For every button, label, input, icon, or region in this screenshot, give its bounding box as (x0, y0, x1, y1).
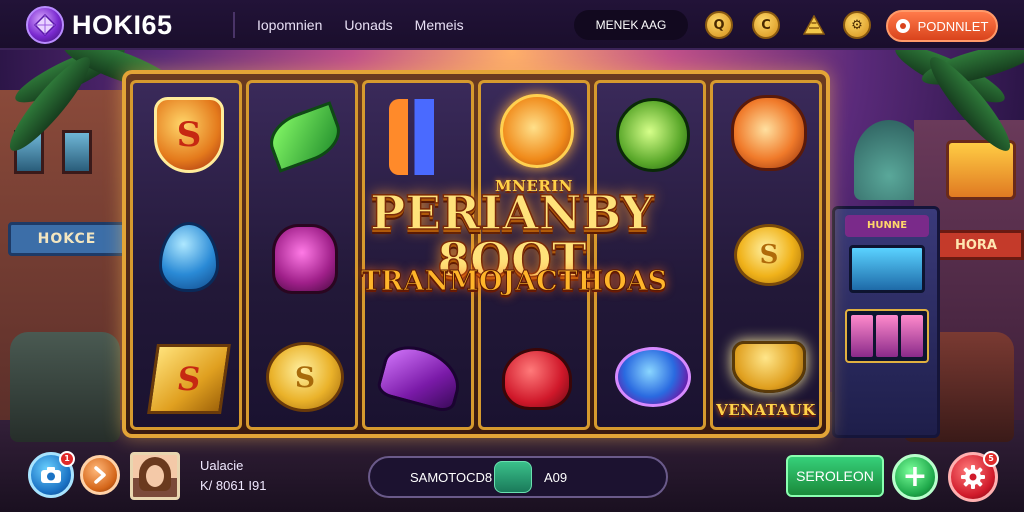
lounge-chair-left (10, 332, 120, 442)
bet-label: SAMOTOCD8 (410, 470, 493, 485)
brand-logo[interactable]: HOKI65 (26, 6, 173, 44)
reel-symbol[interactable] (493, 87, 581, 175)
bet-toggle[interactable] (494, 461, 532, 493)
right-shop-sign: HORA (928, 230, 1024, 260)
chevron-right-icon (94, 466, 106, 484)
coin-settings-icon[interactable]: ⚙ (843, 11, 871, 39)
header-cta-button[interactable]: PODNNLET (886, 10, 998, 42)
reel-symbol[interactable] (493, 335, 581, 423)
top-header: HOKI65 Iopomnien Uonads Memeis MENEK AAG… (0, 0, 1024, 50)
settings-badge: 5 (983, 451, 999, 467)
spin-button[interactable]: SEROLEON (786, 455, 884, 497)
reel-symbol[interactable] (725, 89, 813, 177)
blue-drop-icon (159, 222, 219, 292)
arcade-reels (845, 309, 929, 363)
bowl-symbol-label: VENATAUK (716, 401, 816, 419)
red-heart-arrow-icon (502, 348, 572, 410)
cta-label: PODNNLET (917, 18, 989, 34)
arcade-sign: HUNNE (845, 215, 929, 237)
coin-q-icon[interactable]: Q (705, 11, 733, 39)
game-subtitle: TRANMOJACTHOAS (360, 266, 668, 297)
gold-block-s-icon: S (147, 344, 231, 414)
nav-item-3[interactable]: Memeis (415, 17, 464, 33)
bet-control: SAMOTOCD8 A09 (368, 456, 668, 498)
reel-symbol[interactable] (261, 93, 349, 181)
player-balance: K/ 8061 I91 (200, 478, 267, 493)
building-window (62, 130, 92, 174)
reel-symbol[interactable] (609, 91, 697, 179)
main-nav: Iopomnien Uonads Memeis (257, 0, 464, 50)
reel-symbol[interactable] (609, 333, 697, 421)
reel-symbol[interactable] (375, 333, 467, 421)
left-shop-sign: HOKCE (8, 222, 126, 256)
owl-mask-icon (616, 98, 690, 172)
gold-coin-s-icon: S (734, 224, 804, 286)
player-avatar[interactable] (130, 452, 180, 500)
notification-badge: 1 (59, 451, 75, 467)
reel-symbol[interactable] (377, 93, 465, 181)
brand-name: HOKI65 (72, 9, 173, 40)
potion-tubes-icon (389, 99, 453, 175)
camera-icon (41, 467, 61, 483)
settings-button[interactable]: 5 (948, 451, 999, 502)
sun-mask-icon (500, 94, 574, 168)
reel-1: S S (130, 80, 242, 430)
add-button[interactable]: + (892, 454, 938, 500)
shield-s-icon: S (154, 97, 224, 173)
nav-item-2[interactable]: Uonads (344, 17, 392, 33)
coin-c-icon[interactable]: C (752, 11, 780, 39)
reel-symbol[interactable]: S (261, 333, 349, 421)
purple-boot-icon (375, 339, 467, 415)
green-leaf-arrow-icon (262, 101, 348, 173)
gem-logo-icon (26, 6, 64, 44)
arcade-screen (849, 245, 925, 293)
gear-icon (961, 465, 985, 489)
player-name: Ualacie (200, 458, 244, 473)
pyramid-icon[interactable] (800, 11, 828, 39)
camera-button[interactable]: 1 (28, 451, 75, 498)
search-pill[interactable]: MENEK AAG (574, 10, 688, 40)
reel-symbol[interactable] (145, 213, 233, 301)
header-divider (233, 12, 235, 38)
glowing-bowl-icon (732, 341, 806, 393)
nav-item-1[interactable]: Iopomnien (257, 17, 322, 33)
gold-coins-icon: S (266, 342, 344, 412)
record-icon (895, 19, 910, 33)
reel-symbol[interactable] (725, 323, 813, 411)
reel-symbol[interactable]: S (145, 91, 233, 179)
reel-symbol[interactable]: S (725, 211, 813, 299)
blue-gem-icon (615, 347, 691, 407)
reel-symbol[interactable]: S (145, 335, 233, 423)
tiger-mask-icon (731, 95, 807, 171)
bet-value: A09 (544, 470, 568, 485)
arcade-machine: HUNNE (832, 206, 940, 438)
next-button[interactable] (80, 455, 120, 495)
